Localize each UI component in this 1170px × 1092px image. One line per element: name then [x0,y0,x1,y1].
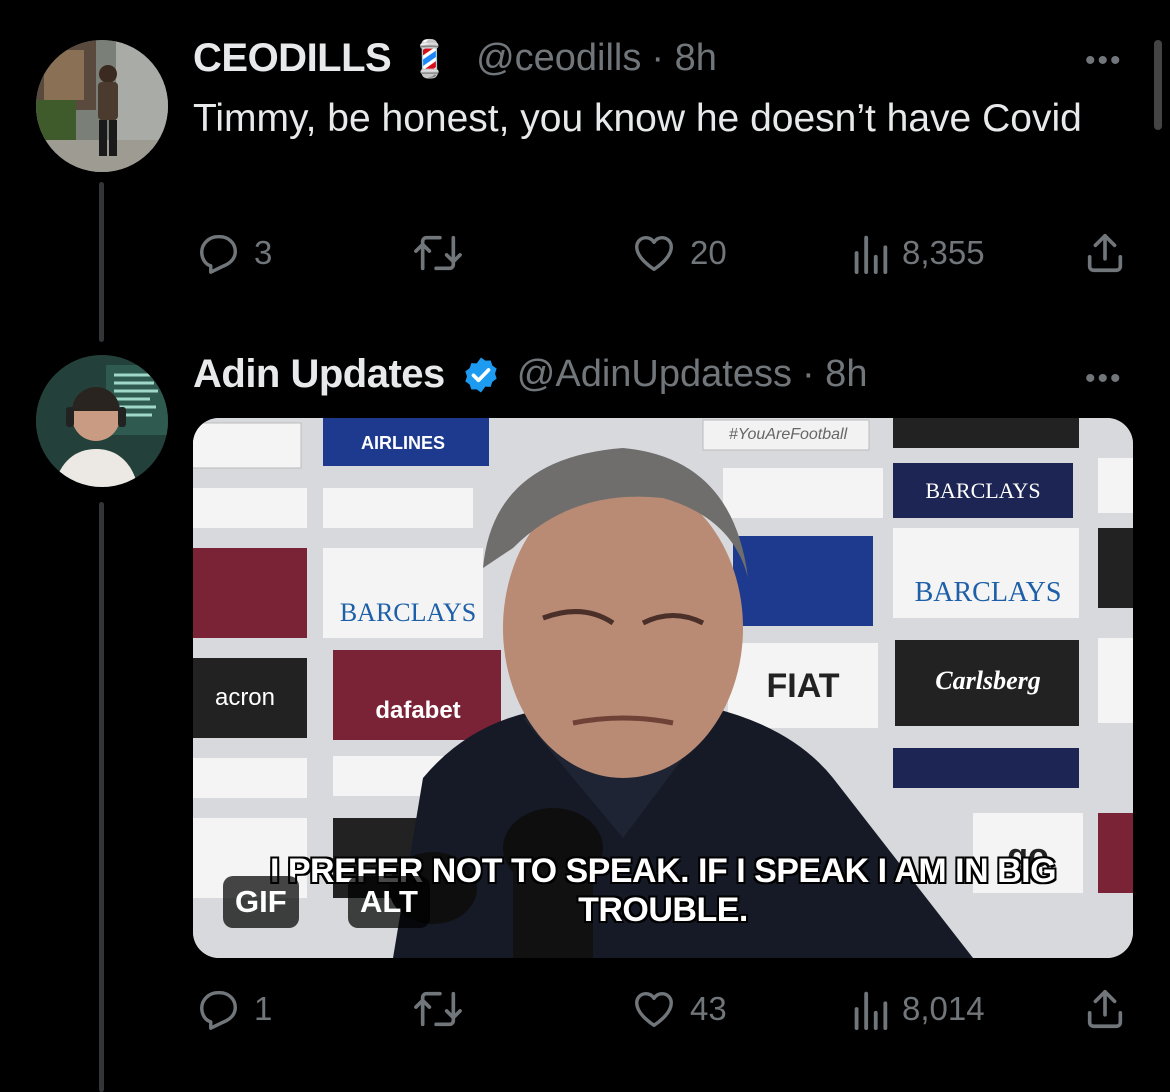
heart-icon [635,991,673,1028]
display-name[interactable]: Adin Updates [193,352,445,397]
reply-icon [200,990,238,1030]
more-options-icon[interactable]: ••• [1085,44,1123,78]
share-icon [1087,233,1123,273]
thread-line [99,502,104,1092]
view-count: 8,355 [902,234,985,271]
heart-icon [635,235,673,272]
retweet-button[interactable] [412,230,464,276]
reply-count: 3 [254,234,273,271]
share-icon [1087,989,1123,1029]
timestamp[interactable]: · 8h [802,353,867,396]
avatar-photo-icon [36,40,168,172]
share-button[interactable] [1082,230,1128,276]
board-label: dafabet [375,697,461,724]
views-icon [854,991,888,1031]
retweet-button[interactable] [412,986,464,1032]
alt-text-button[interactable]: ALT [348,876,430,928]
verified-badge-icon [465,357,497,392]
views-button[interactable]: 8,014 [850,986,985,1032]
like-button[interactable]: 43 [630,986,727,1032]
board-label: acron [214,684,276,711]
like-button[interactable]: 20 [630,230,727,276]
handle[interactable]: @AdinUpdatess [517,353,792,396]
reply-icon [200,234,238,274]
barber-pole-emoji: 💈 [407,37,453,79]
board-label: FIAT [766,666,840,705]
more-options-icon[interactable]: ••• [1085,362,1123,396]
gif-caption: I PREFER NOT TO SPEAK. IF I SPEAK I AM I… [269,852,1057,929]
like-count: 20 [690,234,727,271]
share-button[interactable] [1082,986,1128,1032]
retweet-icon [414,235,462,271]
board-label: Carlsberg [935,666,1041,695]
board-label: AIRLINES [360,432,445,453]
reply-count: 1 [254,990,273,1027]
thread-line [99,182,104,342]
retweet-icon [414,991,462,1027]
handle[interactable]: @ceodills [476,37,641,80]
display-name[interactable]: CEODILLS [193,36,392,81]
board-label: BARCLAYS [925,478,1041,503]
avatar-ceodills[interactable] [36,40,168,172]
view-count: 8,014 [902,990,985,1027]
board-label: BARCLAYS [339,598,477,627]
views-icon [854,235,888,275]
views-button[interactable]: 8,355 [850,230,985,276]
reply-button[interactable]: 3 [196,230,272,276]
avatar-adin-updates[interactable] [36,355,168,487]
gif-media[interactable]: #YouAreFootball AIRLINES BARCLAYS BARCLA… [193,418,1133,958]
scrollbar[interactable] [1154,40,1162,130]
gif-badge: GIF [223,876,299,928]
board-label: BARCLAYS [914,577,1062,608]
tweet-text: Timmy, be honest, you know he doesn’t ha… [193,97,1082,140]
like-count: 43 [690,990,727,1027]
avatar-photo-icon [36,355,168,487]
board-label: #YouAreFootball [728,426,848,443]
reply-button[interactable]: 1 [196,986,272,1032]
timestamp[interactable]: · 8h [651,37,716,80]
